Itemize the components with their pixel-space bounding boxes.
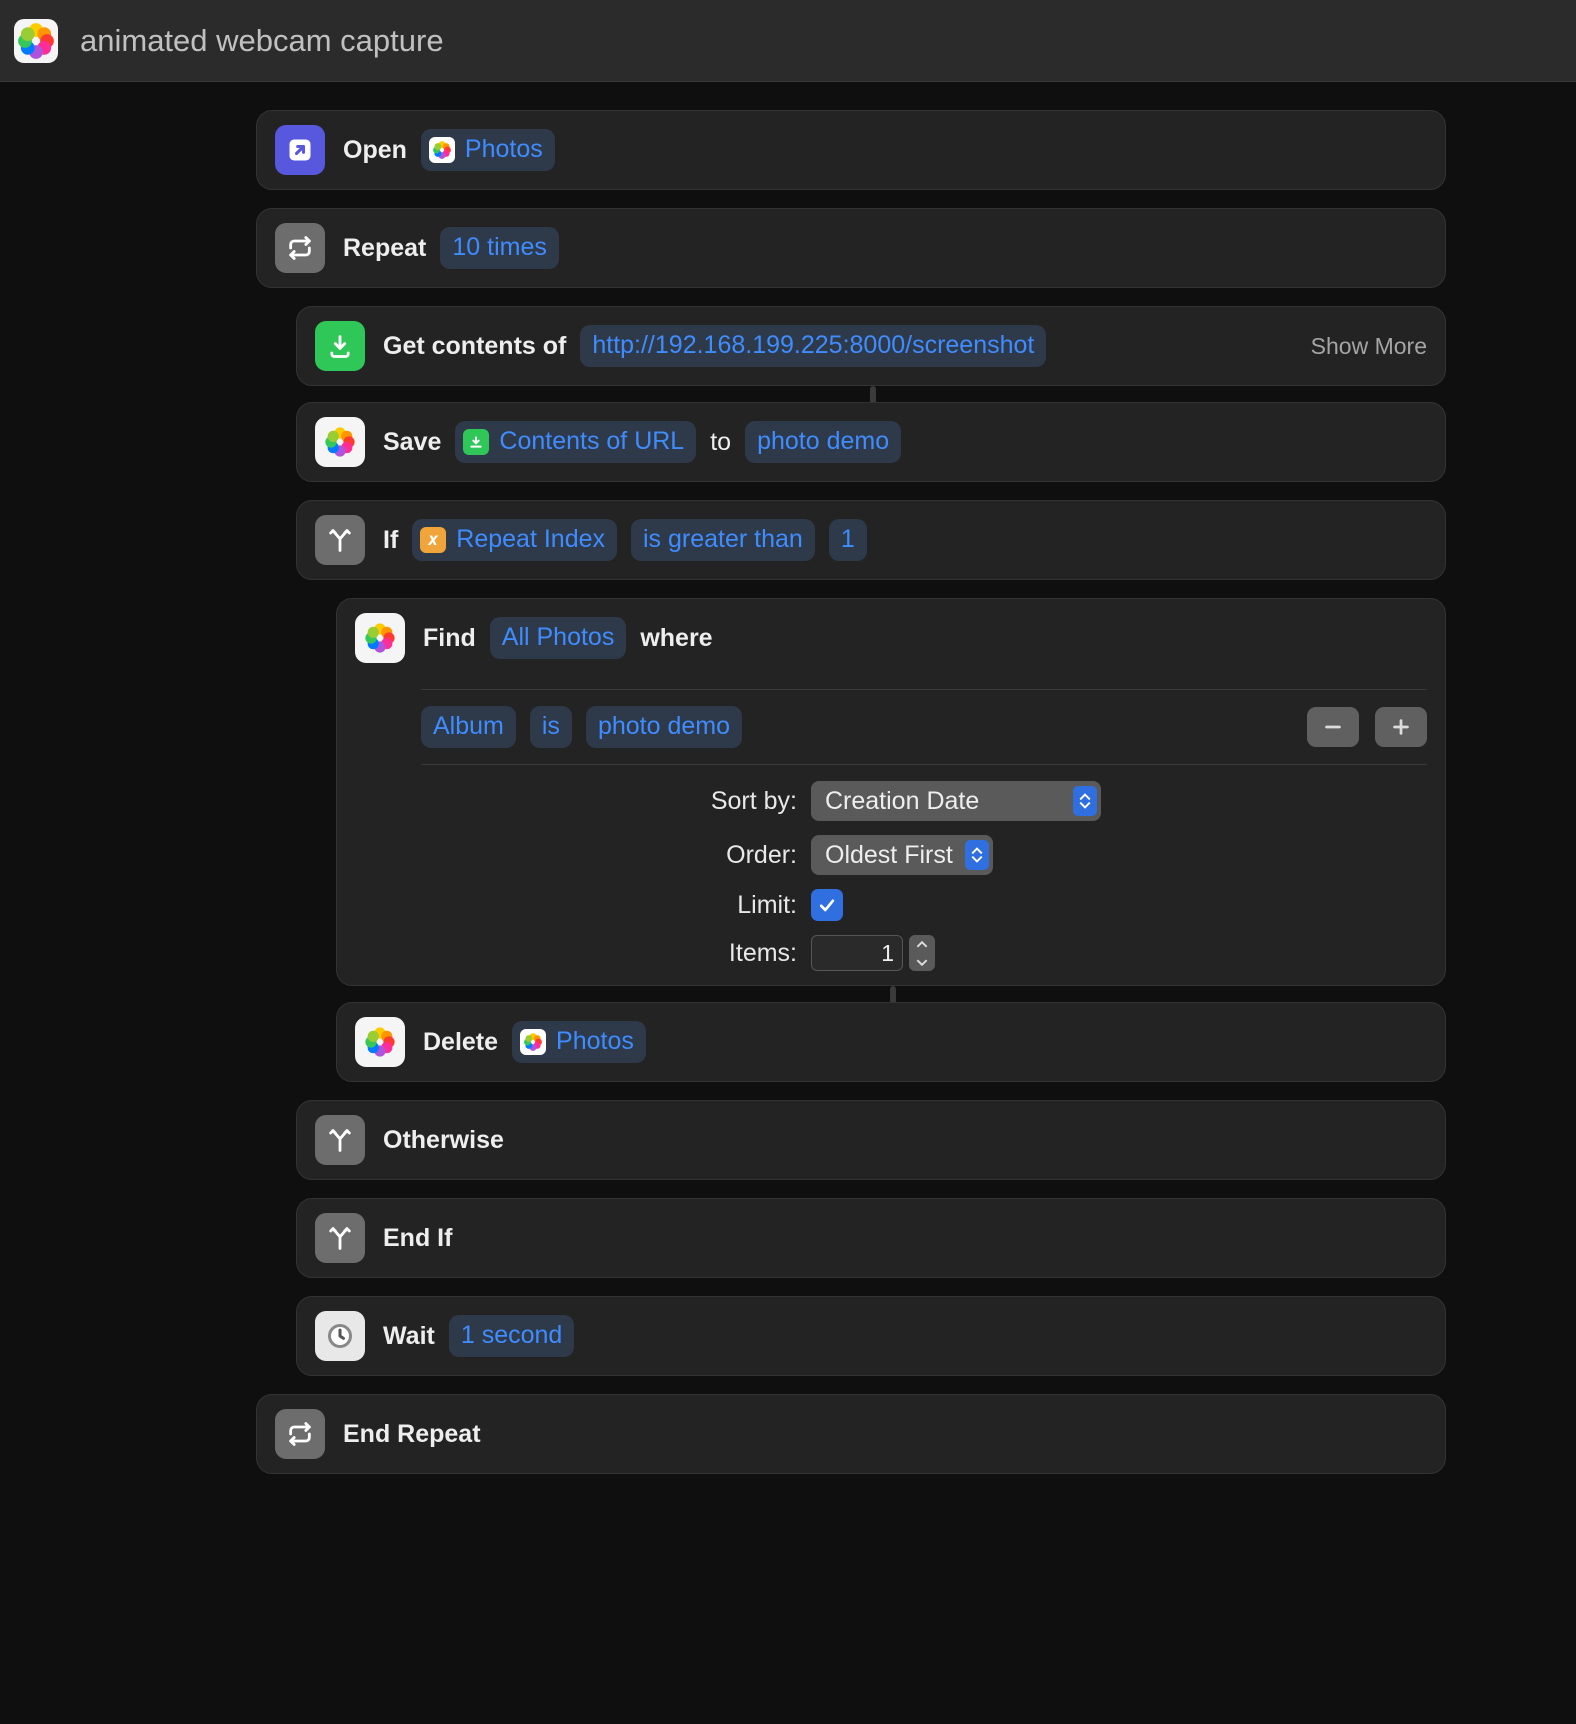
variable-x-icon: x xyxy=(420,527,446,553)
action-end-repeat[interactable]: End Repeat xyxy=(256,1394,1446,1474)
branch-icon xyxy=(315,515,365,565)
repeat-icon xyxy=(275,223,325,273)
end-repeat-label: End Repeat xyxy=(343,1420,481,1449)
if-op-token[interactable]: is greater than xyxy=(631,519,815,561)
select-arrows-icon xyxy=(965,840,989,870)
save-label: Save xyxy=(383,428,441,457)
end-if-label: End If xyxy=(383,1224,452,1253)
action-if[interactable]: If x Repeat Index is greater than 1 xyxy=(296,500,1446,580)
action-end-if[interactable]: End If xyxy=(296,1198,1446,1278)
save-var-name: Contents of URL xyxy=(499,427,684,456)
select-arrows-icon xyxy=(1073,786,1097,816)
otherwise-label: Otherwise xyxy=(383,1126,504,1155)
workflow-canvas: Open Photos Repeat 10 times xyxy=(0,82,1576,1534)
photos-app-icon xyxy=(429,137,455,163)
wait-label: Wait xyxy=(383,1322,435,1351)
if-label: If xyxy=(383,526,398,555)
stepper-up-icon[interactable] xyxy=(909,935,935,953)
open-icon xyxy=(275,125,325,175)
workflow-app-icon xyxy=(14,19,58,63)
photos-icon xyxy=(355,613,405,663)
show-more-button[interactable]: Show More xyxy=(1311,333,1427,360)
branch-icon xyxy=(315,1213,365,1263)
get-url-token[interactable]: http://192.168.199.225:8000/screenshot xyxy=(580,325,1046,367)
criteria-field-token[interactable]: Album xyxy=(421,706,516,748)
action-get-url[interactable]: Get contents of http://192.168.199.225:8… xyxy=(296,306,1446,386)
if-var-name: Repeat Index xyxy=(456,525,605,554)
action-open-app[interactable]: Open Photos xyxy=(256,110,1446,190)
download-icon xyxy=(315,321,365,371)
order-label: Order: xyxy=(421,841,811,870)
items-stepper[interactable] xyxy=(909,935,935,971)
remove-criteria-button[interactable] xyxy=(1307,707,1359,747)
criteria-value-token[interactable]: photo demo xyxy=(586,706,742,748)
delete-var-token[interactable]: Photos xyxy=(512,1021,646,1063)
if-val-token[interactable]: 1 xyxy=(829,519,867,561)
find-scope-token[interactable]: All Photos xyxy=(490,617,627,659)
find-criteria-row: Album is photo demo xyxy=(421,689,1427,765)
photos-icon xyxy=(315,417,365,467)
delete-label: Delete xyxy=(423,1028,498,1057)
repeat-label: Repeat xyxy=(343,234,426,263)
limit-checkbox[interactable] xyxy=(811,889,843,921)
add-criteria-button[interactable] xyxy=(1375,707,1427,747)
photos-app-icon xyxy=(520,1029,546,1055)
sort-by-label: Sort by: xyxy=(421,787,811,816)
repeat-icon xyxy=(275,1409,325,1459)
action-find-photos[interactable]: Find All Photos where Album is photo dem… xyxy=(336,598,1446,986)
action-otherwise[interactable]: Otherwise xyxy=(296,1100,1446,1180)
limit-label: Limit: xyxy=(421,891,811,920)
open-app-token[interactable]: Photos xyxy=(421,129,555,171)
criteria-op-token[interactable]: is xyxy=(530,706,572,748)
open-app-name: Photos xyxy=(465,135,543,164)
action-save[interactable]: Save Contents of URL to photo demo xyxy=(296,402,1446,482)
workflow-title: animated webcam capture xyxy=(80,23,444,59)
find-where-label: where xyxy=(640,624,712,653)
photos-icon xyxy=(355,1017,405,1067)
open-label: Open xyxy=(343,136,407,165)
items-input[interactable] xyxy=(811,935,903,971)
find-label: Find xyxy=(423,624,476,653)
clock-icon xyxy=(315,1311,365,1361)
action-delete-photos[interactable]: Delete Photos xyxy=(336,1002,1446,1082)
save-var-token[interactable]: Contents of URL xyxy=(455,421,696,463)
branch-icon xyxy=(315,1115,365,1165)
wait-duration-token[interactable]: 1 second xyxy=(449,1315,574,1357)
order-select[interactable]: Oldest First xyxy=(811,835,993,875)
order-value: Oldest First xyxy=(825,841,953,870)
stepper-down-icon[interactable] xyxy=(909,953,935,971)
action-wait[interactable]: Wait 1 second xyxy=(296,1296,1446,1376)
titlebar: animated webcam capture xyxy=(0,0,1576,82)
items-label: Items: xyxy=(421,939,811,968)
repeat-count-token[interactable]: 10 times xyxy=(440,227,558,269)
delete-var-name: Photos xyxy=(556,1027,634,1056)
sort-by-value: Creation Date xyxy=(825,787,979,816)
save-to-label: to xyxy=(710,428,731,457)
download-small-icon xyxy=(463,429,489,455)
get-url-label: Get contents of xyxy=(383,332,566,361)
save-album-token[interactable]: photo demo xyxy=(745,421,901,463)
sort-by-select[interactable]: Creation Date xyxy=(811,781,1101,821)
if-var-token[interactable]: x Repeat Index xyxy=(412,519,617,561)
action-repeat[interactable]: Repeat 10 times xyxy=(256,208,1446,288)
